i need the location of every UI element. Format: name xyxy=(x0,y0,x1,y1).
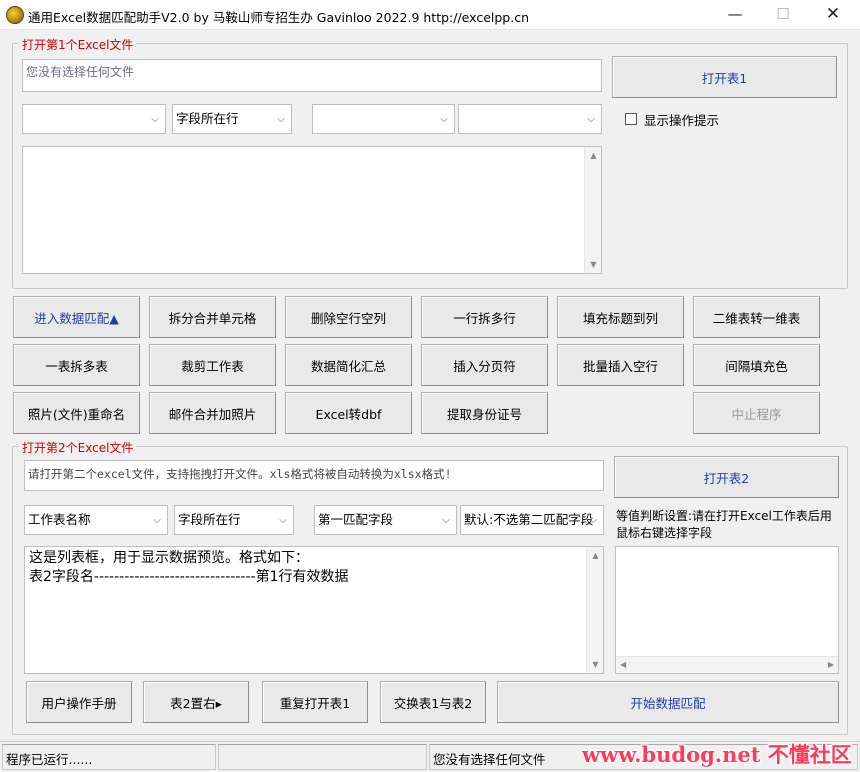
preview-line-1: 这是列表框，用于显示数据预览。格式如下： xyxy=(29,550,309,566)
file1-path-field[interactable]: 您没有选择任何文件 xyxy=(22,59,602,92)
file2-field2-combo[interactable]: 默认:不选第二匹配字段 ⌵ xyxy=(460,505,604,535)
vertical-scrollbar[interactable]: ▲ ▼ xyxy=(586,547,603,673)
table2-right-button[interactable]: 表2置右▸ xyxy=(143,681,249,723)
chevron-down-icon: ⌵ xyxy=(279,515,287,526)
excel-to-dbf-button[interactable]: Excel转dbf xyxy=(285,392,412,434)
chevron-down-icon: ⌵ xyxy=(151,114,159,125)
rename-photos-button[interactable]: 照片(文件)重命名 xyxy=(13,392,140,434)
watermark-text: www.budog.net 不懂社区 xyxy=(582,742,852,767)
split-row-button[interactable]: 一行拆多行 xyxy=(421,296,548,338)
scroll-down-icon[interactable]: ▼ xyxy=(587,660,604,669)
chevron-down-icon: ⌵ xyxy=(442,515,450,526)
file1-sheet-combo[interactable]: ⌵ xyxy=(22,104,166,134)
file2-sheet-combo-value: 工作表名称 xyxy=(28,512,91,527)
app-logo-icon xyxy=(6,6,24,24)
file2-field2-combo-value: 默认:不选第二匹配字段 xyxy=(464,512,594,527)
extract-id-number-button[interactable]: 提取身份证号 xyxy=(421,392,548,434)
file1-field1-combo[interactable]: ⌵ xyxy=(312,104,455,134)
alternate-fill-color-button[interactable]: 间隔填充色 xyxy=(693,344,820,386)
enter-data-match-button[interactable]: 进入数据匹配▲ xyxy=(13,296,140,338)
file2-field1-combo-value: 第一匹配字段 xyxy=(318,512,394,527)
mail-merge-photos-button[interactable]: 邮件合并加照片 xyxy=(149,392,276,434)
minimize-button[interactable]: — xyxy=(712,0,758,30)
status-middle xyxy=(218,744,427,770)
split-merge-cells-button[interactable]: 拆分合并单元格 xyxy=(149,296,276,338)
split-table-button[interactable]: 一表拆多表 xyxy=(13,344,140,386)
chevron-down-icon: ⌵ xyxy=(587,114,595,125)
scroll-up-icon[interactable]: ▲ xyxy=(585,151,602,160)
file2-hint-field[interactable]: 请打开第二个excel文件，支持拖拽打开文件。xls格式将被自动转换为xlsx格… xyxy=(24,460,604,491)
insert-page-break-button[interactable]: 插入分页符 xyxy=(421,344,548,386)
close-button[interactable]: ✕ xyxy=(810,0,856,30)
delete-empty-rows-cols-button[interactable]: 删除空行空列 xyxy=(285,296,412,338)
file1-row-combo-value: 字段所在行 xyxy=(176,111,239,126)
simplify-summary-button[interactable]: 数据简化汇总 xyxy=(285,344,412,386)
2d-to-1d-button[interactable]: 二维表转一维表 xyxy=(693,296,820,338)
horizontal-scrollbar[interactable]: ◀ ▶ xyxy=(616,656,838,673)
file2-sheet-combo[interactable]: 工作表名称 ⌵ xyxy=(24,505,168,535)
open-table1-button[interactable]: 打开表1 xyxy=(612,56,837,98)
title-bar: 通用Excel数据匹配助手V2.0 by 马鞍山师专招生办 Gavinloo 2… xyxy=(0,0,860,30)
fill-title-to-column-button[interactable]: 填充标题到列 xyxy=(557,296,684,338)
file1-group-label: 打开第1个Excel文件 xyxy=(19,36,137,53)
scroll-right-icon[interactable]: ▶ xyxy=(828,660,834,669)
chevron-down-icon: ⌵ xyxy=(153,515,161,526)
show-tips-checkbox[interactable] xyxy=(625,113,637,125)
chevron-down-icon: ⌵ xyxy=(589,515,597,526)
scroll-up-icon[interactable]: ▲ xyxy=(587,551,604,560)
file2-row-combo[interactable]: 字段所在行 ⌵ xyxy=(174,505,294,535)
file2-group-label: 打开第2个Excel文件 xyxy=(19,439,137,456)
preview-line-2: 表2字段名--------------------------------第1行… xyxy=(29,569,349,585)
file2-field1-combo[interactable]: 第一匹配字段 ⌵ xyxy=(314,505,457,535)
equal-field-list[interactable]: ◀ ▶ xyxy=(615,546,839,674)
file1-preview-list[interactable]: ▲ ▼ xyxy=(22,146,602,274)
swap-tables-button[interactable]: 交换表1与表2 xyxy=(380,681,486,723)
maximize-button[interactable]: ☐ xyxy=(760,0,806,30)
file1-row-combo[interactable]: 字段所在行 ⌵ xyxy=(172,104,292,134)
start-match-button[interactable]: 开始数据匹配 xyxy=(497,681,839,723)
crop-sheet-button[interactable]: 裁剪工作表 xyxy=(149,344,276,386)
scroll-down-icon[interactable]: ▼ xyxy=(585,260,602,269)
open-table2-button[interactable]: 打开表2 xyxy=(614,456,839,498)
stop-program-button[interactable]: 中止程序 xyxy=(693,392,820,434)
vertical-scrollbar[interactable]: ▲ ▼ xyxy=(584,147,601,273)
batch-insert-rows-button[interactable]: 批量插入空行 xyxy=(557,344,684,386)
user-manual-button[interactable]: 用户操作手册 xyxy=(26,681,132,723)
window-title: 通用Excel数据匹配助手V2.0 by 马鞍山师专招生办 Gavinloo 2… xyxy=(28,10,530,25)
reopen-table1-button[interactable]: 重复打开表1 xyxy=(262,681,368,723)
show-tips-label: 显示操作提示 xyxy=(644,113,720,128)
chevron-down-icon: ⌵ xyxy=(440,114,448,125)
file2-preview-list[interactable]: 这是列表框，用于显示数据预览。格式如下： 表2字段名--------------… xyxy=(24,546,604,674)
file1-field2-combo[interactable]: ⌵ xyxy=(458,104,602,134)
scroll-left-icon[interactable]: ◀ xyxy=(620,660,626,669)
file2-row-combo-value: 字段所在行 xyxy=(178,512,241,527)
chevron-down-icon: ⌵ xyxy=(277,114,285,125)
status-left: 程序已运行...... xyxy=(2,744,216,770)
equal-setting-text: 等值判断设置:请在打开Excel工作表后用鼠标右键选择字段 xyxy=(616,509,832,540)
